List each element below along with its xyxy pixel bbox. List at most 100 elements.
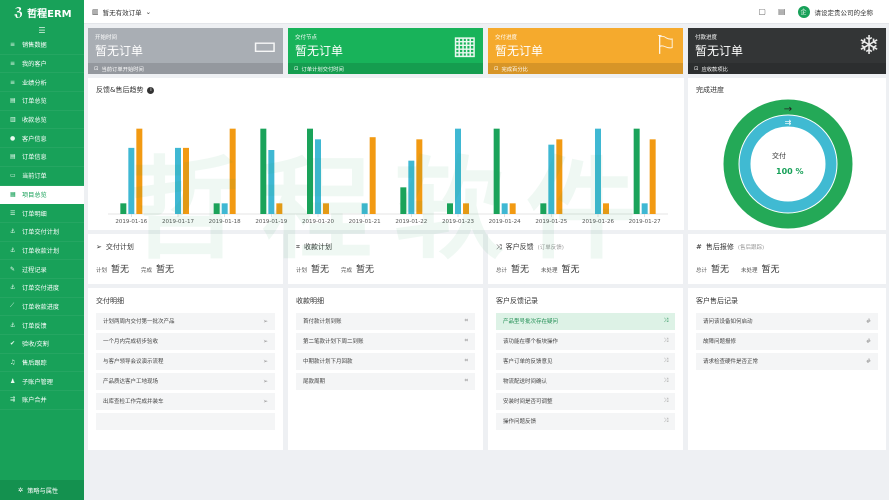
user-name[interactable]: 请设定贵公司的全称 — [815, 7, 874, 17]
list-item[interactable]: 计划两周内交付第一批次产品 ➢ — [96, 313, 275, 330]
list-item[interactable]: 第二笔款计划下周二到账 ⌗ — [296, 333, 475, 350]
list-item[interactable]: 客户订单的反馈意见 ⤨ — [496, 353, 675, 370]
list-item[interactable]: 请求检查硬件是否正常 # — [696, 353, 878, 370]
bar-series-2[interactable] — [548, 144, 555, 214]
bar-series-1[interactable] — [633, 128, 640, 214]
bar-series-2[interactable] — [221, 203, 228, 214]
shuffle-icon[interactable]: ⤨ — [663, 397, 668, 405]
sidebar-item[interactable]: ⟋ 订单收款进度 — [0, 298, 84, 317]
bar-series-1[interactable] — [213, 203, 220, 214]
list-item[interactable]: 中期款计划下月回款 ⌗ — [296, 353, 475, 370]
sidebar-item[interactable]: ⚓ 订单交付计划 — [0, 223, 84, 242]
list-item[interactable]: 尾款周期 ⌗ — [296, 373, 475, 390]
bar-series-3[interactable] — [509, 203, 516, 214]
kpi-card[interactable]: 交付进度 暂无订单 ⚐ ⊡ 完成百分比 — [488, 28, 683, 74]
bar-series-1[interactable] — [493, 128, 500, 214]
send-icon[interactable]: ➢ — [263, 318, 268, 325]
avatar[interactable]: 企 — [797, 5, 810, 18]
bar-series-3[interactable] — [323, 203, 329, 214]
bar-series-2[interactable] — [315, 139, 321, 214]
bar-series-2[interactable] — [641, 203, 648, 214]
list-item[interactable] — [96, 413, 275, 430]
sidebar-collapse-icon[interactable]: ☰ — [0, 24, 84, 36]
project-selector[interactable]: ▥ 暂无有效订单 ⌄ — [92, 7, 151, 17]
sidebar-item[interactable]: ⚓ 订单交付进度 — [0, 279, 84, 298]
shuffle-icon[interactable]: ⤨ — [663, 337, 668, 345]
send-icon[interactable]: ➢ — [263, 398, 268, 405]
sidebar-item[interactable]: ⚓ 订单反馈 — [0, 316, 84, 335]
kpi-card[interactable]: 付款进度 暂无订单 ❄ ⊡ 应收款项比 — [688, 28, 886, 74]
bar-series-2[interactable] — [501, 203, 508, 214]
sidebar-item[interactable]: ▥ 收款总览 — [0, 111, 84, 130]
bar-series-3[interactable] — [416, 139, 423, 214]
sidebar-item[interactable]: ▭ 当前订单 — [0, 167, 84, 186]
sidebar-item[interactable]: ● 客户信息 — [0, 129, 84, 149]
sidebar-item[interactable]: ⚓ 订单收款计划 — [0, 242, 84, 261]
crop-icon[interactable]: ⌗ — [465, 317, 468, 325]
bar-series-3[interactable] — [649, 139, 656, 214]
list-item[interactable]: 该功能在哪个板块操作 ⤨ — [496, 333, 675, 350]
send-icon[interactable]: ➢ — [263, 338, 268, 345]
sidebar-item[interactable]: ♫ 售后跟踪 — [0, 354, 84, 373]
bar-series-2[interactable] — [595, 128, 601, 214]
sidebar-item[interactable]: ☰ 订单明细 — [0, 204, 84, 223]
bar-series-1[interactable] — [307, 128, 313, 214]
bar-series-3[interactable] — [603, 203, 609, 214]
list-item[interactable]: 请问该设备如何启动 # — [696, 313, 878, 330]
list-item[interactable]: 出库查检工作完成并装车 ➢ — [96, 393, 275, 410]
shuffle-icon[interactable]: ⤨ — [663, 357, 668, 365]
shuffle-icon[interactable]: ⤨ — [663, 417, 668, 425]
list-item[interactable]: 首付款计划到账 ⌗ — [296, 313, 475, 330]
list-item[interactable]: 操作问题反馈 ⤨ — [496, 413, 675, 430]
bar-series-2[interactable] — [128, 147, 135, 214]
sidebar-item[interactable]: ♟ 子账户管理 — [0, 372, 84, 392]
shuffle-icon[interactable]: ⤨ — [663, 377, 668, 385]
shuffle-icon[interactable]: ⤨ — [663, 317, 668, 325]
list-item[interactable]: 产品质达客户工地现场 ➢ — [96, 373, 275, 390]
bar-series-1[interactable] — [400, 187, 407, 214]
sidebar-footer[interactable]: ✲ 策略与属性 — [0, 480, 84, 500]
hash-icon[interactable]: # — [866, 338, 871, 345]
bar-series-3[interactable] — [229, 128, 236, 214]
logo[interactable]: ℨ 哲程ERM — [0, 0, 84, 24]
kpi-card[interactable]: 开始时间 暂无订单 ▭ ⊡ 当前订单开始时间 — [88, 28, 283, 74]
sidebar-item[interactable]: ⇶ 账户合并 — [0, 391, 84, 410]
list-item[interactable]: 产品型号批次存在疑问 ⤨ — [496, 313, 675, 330]
sidebar-item[interactable]: ≡ 我的客户 — [0, 55, 84, 74]
bar-series-1[interactable] — [120, 203, 127, 214]
list-item[interactable]: 物流配送时间确认 ⤨ — [496, 373, 675, 390]
bar-series-1[interactable] — [447, 203, 453, 214]
list-item[interactable]: 安装时间是否可调整 ⤨ — [496, 393, 675, 410]
bar-series-2[interactable] — [361, 203, 368, 214]
sidebar-item[interactable]: ▤ 订单总览 — [0, 92, 84, 111]
crop-icon[interactable]: ⌗ — [465, 357, 468, 365]
bar-series-2[interactable] — [175, 147, 181, 214]
bar-series-2[interactable] — [455, 128, 461, 214]
list-item[interactable]: 一个月内完成初步验收 ➢ — [96, 333, 275, 350]
sidebar-item[interactable]: ✎ 过程记录 — [0, 260, 84, 279]
bar-series-3[interactable] — [369, 137, 376, 214]
hash-icon[interactable]: # — [866, 358, 871, 365]
sidebar-item[interactable]: ≡ 业绩分析 — [0, 73, 84, 93]
bar-series-2[interactable] — [408, 160, 415, 214]
bar-series-3[interactable] — [136, 128, 143, 214]
crop-icon[interactable]: ⌗ — [465, 377, 468, 385]
bar-series-3[interactable] — [183, 147, 189, 214]
crop-icon[interactable]: ⌗ — [465, 337, 468, 345]
sidebar-item[interactable]: ▦ 项目总览 — [0, 185, 84, 205]
chat-icon[interactable]: ▢ — [758, 7, 766, 16]
bar-series-3[interactable] — [276, 203, 283, 214]
sidebar-item[interactable]: ✔ 验收/交割 — [0, 335, 84, 354]
bar-series-3[interactable] — [556, 139, 563, 214]
list-item[interactable]: 与客户领导会议演示流程 ➢ — [96, 353, 275, 370]
bar-series-1[interactable] — [260, 128, 267, 214]
list-item[interactable]: 故障问题报修 # — [696, 333, 878, 350]
bar-series-1[interactable] — [540, 203, 547, 214]
sidebar-item[interactable]: ▤ 订单信息 — [0, 148, 84, 167]
send-icon[interactable]: ➢ — [263, 378, 268, 385]
kpi-card[interactable]: 交付节点 暂无订单 ▦ ⊡ 订单计划交付时间 — [288, 28, 483, 74]
hash-icon[interactable]: # — [866, 318, 871, 325]
send-icon[interactable]: ➢ — [263, 358, 268, 365]
sidebar-item[interactable]: ≡ 销售数据 — [0, 36, 84, 55]
bar-series-2[interactable] — [268, 150, 275, 214]
